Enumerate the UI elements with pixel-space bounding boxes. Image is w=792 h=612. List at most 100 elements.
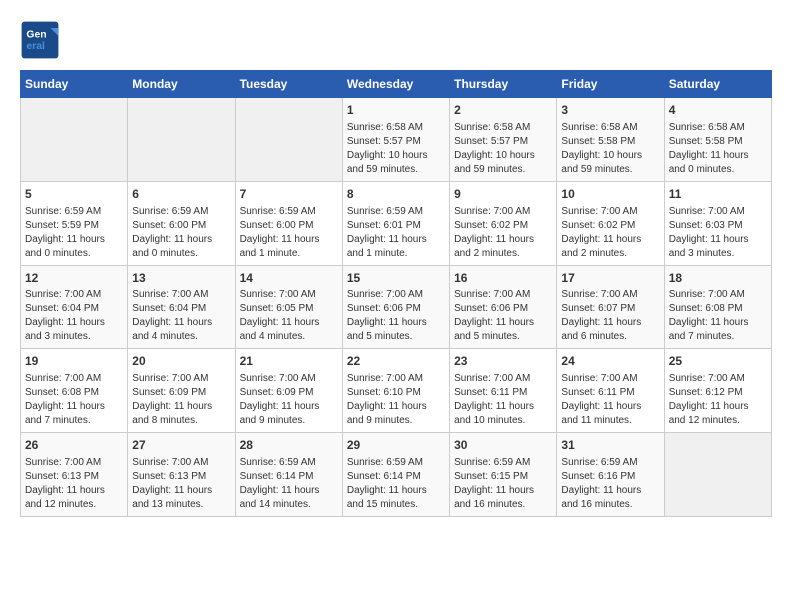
calendar-cell: 27 Sunrise: 7:00 AMSunset: 6:13 PMDayligh… (128, 433, 235, 517)
calendar-cell: 20 Sunrise: 7:00 AMSunset: 6:09 PMDayligh… (128, 349, 235, 433)
calendar-cell: 18Sunrise: 7:00 AMSunset: 6:08 PMDayligh… (664, 265, 771, 349)
calendar-cell: 11 Sunrise: 7:00 AMSunset: 6:03 PMDayligh… (664, 181, 771, 265)
day-number: 1 (347, 102, 445, 119)
day-number: 20 (132, 353, 230, 370)
calendar-cell: 31 Sunrise: 6:59 AMSunset: 6:16 PMDayligh… (557, 433, 664, 517)
calendar-cell: 12Sunrise: 7:00 AMSunset: 6:04 PMDayligh… (21, 265, 128, 349)
calendar-cell: 26 Sunrise: 7:00 AMSunset: 6:13 PMDayligh… (21, 433, 128, 517)
week-row-1: 1 Sunrise: 6:58 AMSunset: 5:57 PMDaylight… (21, 98, 772, 182)
day-number: 19 (25, 353, 123, 370)
day-info: Sunrise: 7:00 AMSunset: 6:03 PMDaylight:… (669, 205, 767, 261)
calendar-cell: 21Sunrise: 7:00 AMSunset: 6:09 PMDayligh… (235, 349, 342, 433)
calendar-cell: 7Sunrise: 6:59 AMSunset: 6:00 PMDaylight… (235, 181, 342, 265)
day-number: 29 (347, 437, 445, 454)
day-info: Sunrise: 7:00 AMSunset: 6:06 PMDaylight:… (347, 288, 445, 344)
calendar-cell: 3Sunrise: 6:58 AMSunset: 5:58 PMDaylight… (557, 98, 664, 182)
day-info: Sunrise: 7:00 AMSunset: 6:12 PMDaylight:… (669, 372, 767, 428)
week-row-2: 5Sunrise: 6:59 AMSunset: 5:59 PMDaylight… (21, 181, 772, 265)
day-info: Sunrise: 7:00 AMSunset: 6:09 PMDaylight:… (132, 372, 230, 428)
day-info: Sunrise: 7:00 AMSunset: 6:11 PMDaylight:… (454, 372, 552, 428)
day-info: Sunrise: 6:58 AMSunset: 5:57 PMDaylight:… (347, 121, 445, 177)
day-number: 12 (25, 270, 123, 287)
calendar-cell (128, 98, 235, 182)
weekday-header-sunday: Sunday (21, 71, 128, 98)
calendar-cell: 25 Sunrise: 7:00 AMSunset: 6:12 PMDayligh… (664, 349, 771, 433)
day-number: 2 (454, 102, 552, 119)
calendar-cell: 30Sunrise: 6:59 AMSunset: 6:15 PMDayligh… (450, 433, 557, 517)
day-number: 10 (561, 186, 659, 203)
day-info: Sunrise: 6:59 AMSunset: 6:00 PMDaylight:… (240, 205, 338, 261)
calendar-cell: 15Sunrise: 7:00 AMSunset: 6:06 PMDayligh… (342, 265, 449, 349)
day-info: Sunrise: 6:59 AMSunset: 6:16 PMDaylight:… (561, 456, 659, 512)
week-row-4: 19 Sunrise: 7:00 AMSunset: 6:08 PMDayligh… (21, 349, 772, 433)
day-info: Sunrise: 6:58 AMSunset: 5:58 PMDaylight:… (669, 121, 767, 177)
day-number: 24 (561, 353, 659, 370)
day-info: Sunrise: 6:59 AMSunset: 6:14 PMDaylight:… (347, 456, 445, 512)
day-number: 26 (25, 437, 123, 454)
calendar-cell: 22Sunrise: 7:00 AMSunset: 6:10 PMDayligh… (342, 349, 449, 433)
day-info: Sunrise: 6:58 AMSunset: 5:57 PMDaylight:… (454, 121, 552, 177)
calendar-cell: 29 Sunrise: 6:59 AMSunset: 6:14 PMDayligh… (342, 433, 449, 517)
day-info: Sunrise: 7:00 AMSunset: 6:09 PMDaylight:… (240, 372, 338, 428)
day-number: 23 (454, 353, 552, 370)
week-row-3: 12Sunrise: 7:00 AMSunset: 6:04 PMDayligh… (21, 265, 772, 349)
calendar-cell: 17Sunrise: 7:00 AMSunset: 6:07 PMDayligh… (557, 265, 664, 349)
day-info: Sunrise: 7:00 AMSunset: 6:11 PMDaylight:… (561, 372, 659, 428)
calendar-table: SundayMondayTuesdayWednesdayThursdayFrid… (20, 70, 772, 517)
day-info: Sunrise: 7:00 AMSunset: 6:02 PMDaylight:… (561, 205, 659, 261)
day-info: Sunrise: 6:59 AMSunset: 5:59 PMDaylight:… (25, 205, 123, 261)
day-number: 28 (240, 437, 338, 454)
day-number: 11 (669, 186, 767, 203)
day-info: Sunrise: 7:00 AMSunset: 6:06 PMDaylight:… (454, 288, 552, 344)
day-number: 18 (669, 270, 767, 287)
calendar-cell: 28 Sunrise: 6:59 AMSunset: 6:14 PMDayligh… (235, 433, 342, 517)
day-info: Sunrise: 7:00 AMSunset: 6:04 PMDaylight:… (25, 288, 123, 344)
calendar-cell: 9 Sunrise: 7:00 AMSunset: 6:02 PMDaylight… (450, 181, 557, 265)
calendar-cell: 14Sunrise: 7:00 AMSunset: 6:05 PMDayligh… (235, 265, 342, 349)
logo: Gen eral (20, 20, 64, 60)
day-info: Sunrise: 7:00 AMSunset: 6:05 PMDaylight:… (240, 288, 338, 344)
weekday-header-saturday: Saturday (664, 71, 771, 98)
day-number: 27 (132, 437, 230, 454)
calendar-cell: 2 Sunrise: 6:58 AMSunset: 5:57 PMDaylight… (450, 98, 557, 182)
calendar-cell (235, 98, 342, 182)
calendar-cell: 6 Sunrise: 6:59 AMSunset: 6:00 PMDaylight… (128, 181, 235, 265)
logo-icon: Gen eral (20, 20, 60, 60)
day-number: 8 (347, 186, 445, 203)
day-number: 25 (669, 353, 767, 370)
svg-text:eral: eral (26, 41, 45, 52)
day-info: Sunrise: 7:00 AMSunset: 6:08 PMDaylight:… (25, 372, 123, 428)
day-number: 4 (669, 102, 767, 119)
day-info: Sunrise: 7:00 AMSunset: 6:13 PMDaylight:… (25, 456, 123, 512)
day-info: Sunrise: 7:00 AMSunset: 6:13 PMDaylight:… (132, 456, 230, 512)
calendar-cell: 24 Sunrise: 7:00 AMSunset: 6:11 PMDayligh… (557, 349, 664, 433)
day-number: 14 (240, 270, 338, 287)
page-header: Gen eral (20, 20, 772, 60)
calendar-cell: 5Sunrise: 6:59 AMSunset: 5:59 PMDaylight… (21, 181, 128, 265)
day-info: Sunrise: 7:00 AMSunset: 6:02 PMDaylight:… (454, 205, 552, 261)
day-info: Sunrise: 7:00 AMSunset: 6:07 PMDaylight:… (561, 288, 659, 344)
calendar-cell (21, 98, 128, 182)
day-number: 9 (454, 186, 552, 203)
calendar-cell: 4 Sunrise: 6:58 AMSunset: 5:58 PMDaylight… (664, 98, 771, 182)
calendar-cell: 16Sunrise: 7:00 AMSunset: 6:06 PMDayligh… (450, 265, 557, 349)
day-number: 6 (132, 186, 230, 203)
weekday-header-monday: Monday (128, 71, 235, 98)
day-number: 31 (561, 437, 659, 454)
week-row-5: 26 Sunrise: 7:00 AMSunset: 6:13 PMDayligh… (21, 433, 772, 517)
day-info: Sunrise: 6:59 AMSunset: 6:00 PMDaylight:… (132, 205, 230, 261)
day-info: Sunrise: 7:00 AMSunset: 6:04 PMDaylight:… (132, 288, 230, 344)
weekday-header-wednesday: Wednesday (342, 71, 449, 98)
day-number: 3 (561, 102, 659, 119)
calendar-cell: 1 Sunrise: 6:58 AMSunset: 5:57 PMDaylight… (342, 98, 449, 182)
weekday-header-tuesday: Tuesday (235, 71, 342, 98)
day-number: 13 (132, 270, 230, 287)
day-info: Sunrise: 6:59 AMSunset: 6:14 PMDaylight:… (240, 456, 338, 512)
day-number: 15 (347, 270, 445, 287)
calendar-cell: 23 Sunrise: 7:00 AMSunset: 6:11 PMDayligh… (450, 349, 557, 433)
weekday-header-thursday: Thursday (450, 71, 557, 98)
day-info: Sunrise: 7:00 AMSunset: 6:10 PMDaylight:… (347, 372, 445, 428)
day-info: Sunrise: 6:59 AMSunset: 6:15 PMDaylight:… (454, 456, 552, 512)
calendar-cell: 10 Sunrise: 7:00 AMSunset: 6:02 PMDayligh… (557, 181, 664, 265)
calendar-cell: 19 Sunrise: 7:00 AMSunset: 6:08 PMDayligh… (21, 349, 128, 433)
